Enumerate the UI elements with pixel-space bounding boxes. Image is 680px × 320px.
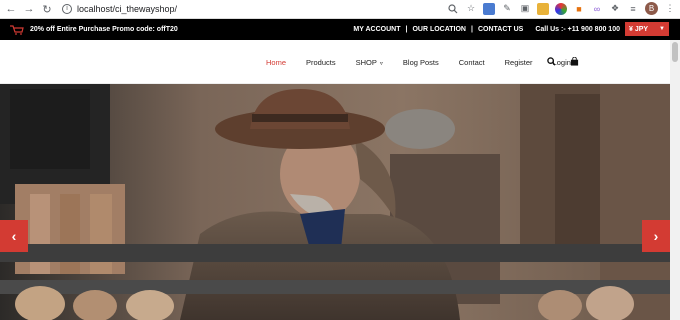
reload-icon[interactable]: ↻ — [40, 2, 54, 16]
profile-avatar[interactable]: B — [645, 2, 658, 15]
link-separator: | — [471, 26, 473, 33]
my-account-link[interactable]: MY ACCOUNT — [353, 26, 400, 33]
nav-item-blog-posts[interactable]: Blog Posts — [403, 58, 439, 67]
promo-text: 20% off Entire Purchase Promo code: offT… — [30, 26, 178, 33]
top-links: MY ACCOUNT | OUR LOCATION | CONTACT US C… — [353, 19, 620, 40]
extension-blue-icon[interactable] — [483, 2, 495, 15]
chevron-right-icon: › — [653, 228, 659, 244]
slider-prev-button[interactable]: ‹ — [0, 220, 28, 252]
forward-icon[interactable]: → — [22, 2, 36, 16]
scrollbar-thumb[interactable] — [672, 42, 678, 62]
currency-value: ¥ JPY — [629, 25, 649, 33]
slider-next-button[interactable]: › — [642, 220, 670, 252]
nav-item-shop-label: SHOP — [355, 57, 377, 67]
currency-select[interactable]: ¥ JPY ▼ — [625, 22, 669, 36]
nav-item-home[interactable]: Home — [266, 58, 286, 67]
shopping-bag-icon[interactable] — [570, 53, 579, 71]
address-bar[interactable]: i localhost/ci_thewayshop/ — [62, 2, 512, 17]
extensions-bar: ☆ ✎ ▣ ■ ∞ ❖ ≡ B ⋮ — [447, 2, 676, 15]
caret-down-icon: ▼ — [659, 26, 665, 32]
extension-orange-icon[interactable]: ■ — [573, 3, 585, 15]
nav-item-products[interactable]: Products — [306, 58, 336, 67]
dropdown-caret-icon: ▿ — [379, 60, 383, 67]
info-icon[interactable]: i — [62, 4, 72, 14]
search-icon[interactable] — [547, 53, 556, 71]
camera-icon[interactable]: ▣ — [519, 3, 531, 15]
page-scrollbar[interactable] — [670, 40, 680, 320]
contact-us-link[interactable]: CONTACT US — [478, 26, 523, 33]
main-navigation: Home Products SHOP ▿ Blog Posts Contact R… — [0, 40, 680, 84]
our-location-link[interactable]: OUR LOCATION — [412, 26, 466, 33]
extension-yellow-icon[interactable] — [537, 2, 549, 15]
hero-slider — [0, 84, 670, 320]
cart-logo-icon — [10, 24, 24, 35]
nav-item-shop[interactable]: SHOP ▿ — [356, 58, 383, 67]
extension-purple-icon[interactable]: ∞ — [591, 3, 603, 15]
chevron-left-icon: ‹ — [11, 228, 17, 244]
link-separator: | — [405, 26, 408, 33]
url-text[interactable]: localhost/ci_thewayshop/ — [77, 4, 177, 14]
browser-toolbar: ← → ↻ i localhost/ci_thewayshop/ ☆ ✎ ▣ ■… — [0, 0, 680, 19]
list-icon[interactable]: ≡ — [627, 3, 639, 15]
color-wheel-icon[interactable] — [555, 2, 567, 15]
hero-image — [0, 84, 670, 320]
menu-dots-icon[interactable]: ⋮ — [664, 3, 676, 15]
puzzle-icon[interactable]: ❖ — [609, 3, 621, 15]
nav-item-contact[interactable]: Contact — [459, 58, 485, 67]
nav-icons — [547, 40, 579, 84]
back-icon[interactable]: ← — [4, 2, 18, 16]
bookmark-star-icon[interactable]: ☆ — [465, 3, 477, 15]
nav-menu: Home Products SHOP ▿ Blog Posts Contact R… — [266, 40, 591, 84]
zoom-icon[interactable] — [447, 3, 459, 15]
nav-item-register[interactable]: Register — [505, 58, 533, 67]
phone-number: Call Us :- +11 900 800 100 — [535, 26, 620, 33]
promo-bar: 20% off Entire Purchase Promo code: offT… — [0, 19, 680, 40]
eyedropper-icon[interactable]: ✎ — [501, 3, 513, 15]
